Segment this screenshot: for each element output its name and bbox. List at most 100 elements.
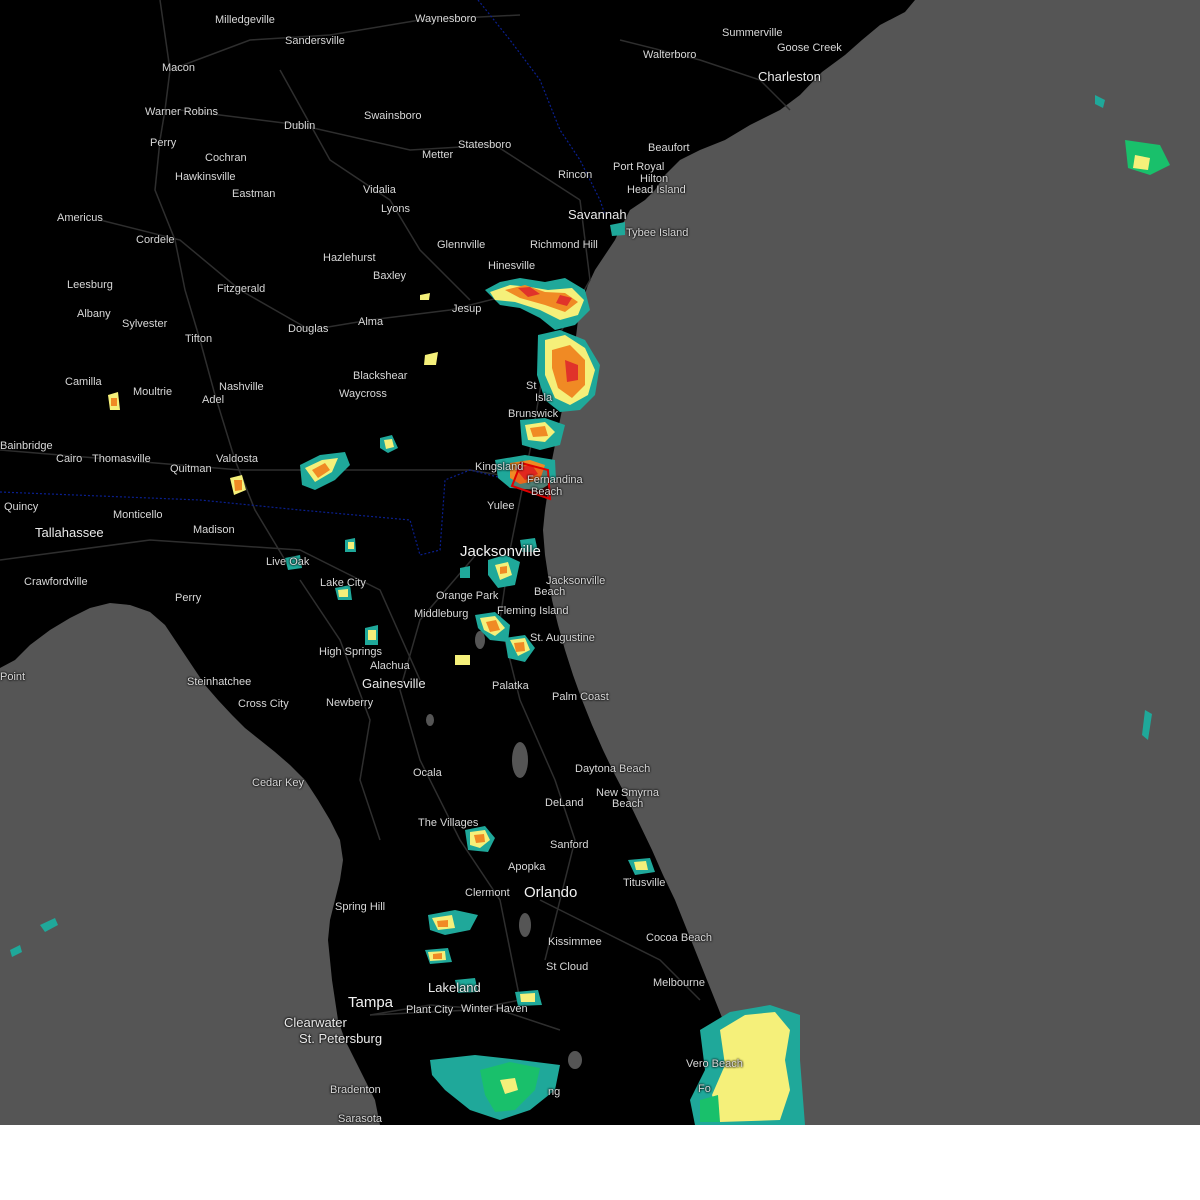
city-label: Middleburg [414,608,469,620]
city-label: Thomasville [92,453,151,465]
city-label: Hazlehurst [323,252,376,264]
city-label: Brunswick [508,408,559,420]
map-canvas [0,0,1170,1125]
city-label: Summerville [722,27,783,39]
city-label: St Cloud [546,961,589,973]
city-label: Cochran [205,152,247,164]
city-label: Yulee [487,500,515,512]
city-label: Cocoa Beach [646,932,713,944]
city-label: Isla [535,392,553,404]
city-label: Tallahassee [35,525,104,540]
city-label: Port Royal [613,161,665,173]
city-label: Rincon [558,169,593,181]
city-label: DeLand [545,797,584,809]
city-label: Fitzgerald [217,283,266,295]
city-label: Sylvester [122,318,168,330]
city-label: Fernandina [527,474,583,486]
city-label: Albany [77,308,111,320]
city-label: Leesburg [67,279,113,291]
city-label: Lakeland [428,980,481,995]
city-label: Sandersville [285,35,345,47]
city-label: Point [0,671,26,683]
city-label: Camilla [65,376,102,388]
city-label: Savannah [568,207,627,222]
city-label: Beach [612,798,644,810]
city-label: Quitman [170,463,212,475]
city-label: Moultrie [133,386,173,398]
city-label: Steinhatchee [187,676,252,688]
city-label: Goose Creek [777,42,842,54]
city-label: Crawfordville [24,576,88,588]
city-label: Perry [175,592,202,604]
city-label: Vidalia [363,184,396,196]
city-label: Adel [202,394,225,406]
city-label: Gainesville [362,676,426,691]
city-label: Cairo [56,453,83,465]
city-label: Hawkinsville [175,171,236,183]
city-label: Apopka [508,861,546,873]
city-label: Sarasota [338,1113,383,1125]
city-label: Macon [162,62,196,74]
city-label: Kingsland [475,461,524,473]
city-label: Jesup [452,303,482,315]
city-label: Bradenton [330,1084,381,1096]
city-label: Jacksonville [460,543,541,560]
city-label: Melbourne [653,977,705,989]
city-label: Americus [57,212,103,224]
page-background [0,1125,1200,1200]
city-label: Milledgeville [215,14,275,26]
city-label: Sanford [550,839,589,851]
city-label: Douglas [288,323,329,335]
city-label: Cordele [136,234,175,246]
city-label: The Villages [418,817,479,829]
city-label: Orange Park [436,590,499,602]
city-label: Kissimmee [548,936,602,948]
city-label: Waycross [339,388,387,400]
city-label: Newberry [326,697,374,709]
city-label: Swainsboro [364,110,422,122]
city-label: Beach [534,586,566,598]
city-label: Statesboro [458,139,512,151]
city-label: Metter [422,149,454,161]
city-label: Clearwater [284,1015,347,1030]
city-label: Madison [193,524,235,536]
city-label: Palatka [492,680,529,692]
city-label: Beach [531,486,563,498]
land-mass [0,0,915,1125]
city-label: Perry [150,137,177,149]
radar-map[interactable]: Milledgeville Waynesboro Summerville Goo… [0,0,1200,1125]
city-label: Beaufort [648,142,690,154]
city-label: St. Augustine [530,632,595,644]
city-label: Waynesboro [415,13,477,25]
city-label: Glennville [437,239,486,251]
city-label: Live Oak [266,556,310,568]
city-label: Baxley [373,270,407,282]
city-label: Orlando [524,884,578,901]
city-label: Eastman [232,188,276,200]
city-label: Hinesville [488,260,536,272]
city-label: St. Petersburg [299,1031,383,1046]
city-label: Walterboro [643,49,697,61]
city-label: Tifton [185,333,213,345]
city-label: Cedar Key [252,777,304,789]
city-label: Fo [698,1083,711,1095]
city-label: High Springs [319,646,382,658]
city-label: Head Island [627,184,686,196]
city-label: Ocala [413,767,442,779]
city-label: Vero Beach [686,1058,743,1070]
city-label: Alma [358,316,384,328]
city-label: Bainbridge [0,440,53,452]
city-label: Charleston [758,69,821,84]
city-label: Tybee Island [626,227,689,239]
city-label: Nashville [219,381,264,393]
city-label: Spring Hill [335,901,386,913]
city-label: Clermont [465,887,510,899]
city-label: Lyons [381,203,410,215]
city-label: Tampa [348,994,394,1011]
city-label: Daytona Beach [575,763,651,775]
city-label: Winter Haven [461,1003,528,1015]
city-label: Palm Coast [552,691,609,703]
city-label: Plant City [406,1004,454,1016]
city-label: ng [548,1086,561,1098]
city-label: Warner Robins [145,106,218,118]
